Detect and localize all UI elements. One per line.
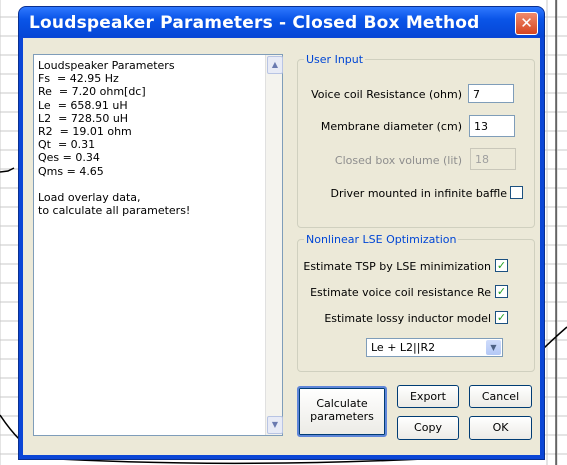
chevron-down-icon[interactable]: ▼ (486, 340, 501, 355)
title-bar[interactable]: Loudspeaker Parameters - Closed Box Meth… (19, 7, 544, 37)
estimate-tsp-checkbox[interactable]: ✓ (495, 259, 508, 272)
export-button[interactable]: Export (397, 385, 459, 408)
calculate-parameters-label: Calculate parameters (310, 397, 374, 423)
scroll-up-icon[interactable]: ▲ (267, 56, 283, 74)
lse-optimization-legend: Nonlinear LSE Optimization (304, 233, 459, 246)
window-title: Loudspeaker Parameters - Closed Box Meth… (29, 13, 480, 33)
user-input-group: User Input Voice coil Resistance (ohm) 7… (297, 53, 535, 228)
infinite-baffle-checkbox[interactable] (510, 186, 523, 199)
results-textbox[interactable]: Loudspeaker Parameters Fs = 42.95 Hz Re … (33, 54, 283, 436)
copy-label: Copy (414, 421, 442, 434)
inductor-model-value: Le + L2||R2 (371, 341, 436, 354)
voice-coil-field[interactable]: 7 (468, 84, 514, 103)
close-button[interactable]: ✕ (515, 12, 538, 35)
inductor-model-select[interactable]: Le + L2||R2 ▼ (366, 338, 503, 357)
ok-label: OK (492, 421, 509, 434)
check-icon: ✓ (496, 285, 507, 298)
lse-optimization-group: Nonlinear LSE Optimization Estimate TSP … (297, 233, 535, 372)
box-volume-label: Closed box volume (lit) (334, 154, 462, 167)
export-label: Export (409, 390, 446, 403)
check-icon: ✓ (496, 259, 507, 272)
calculate-parameters-button[interactable]: Calculate parameters (297, 386, 387, 437)
box-volume-field[interactable]: 18 (470, 148, 516, 170)
voice-coil-label: Voice coil Resistance (ohm) (311, 88, 462, 101)
dialog-window: Loudspeaker Parameters - Closed Box Meth… (18, 6, 545, 460)
scroll-down-icon[interactable]: ▼ (267, 416, 283, 434)
copy-button[interactable]: Copy (397, 416, 459, 440)
membrane-field[interactable]: 13 (469, 115, 515, 137)
estimate-lossy-label: Estimate lossy inductor model (324, 312, 491, 325)
membrane-label: Membrane diameter (cm) (320, 120, 462, 133)
results-text: Loudspeaker Parameters Fs = 42.95 Hz Re … (38, 59, 191, 218)
estimate-re-checkbox[interactable]: ✓ (495, 285, 508, 298)
estimate-re-label: Estimate voice coil resistance Re (310, 286, 491, 299)
vertical-scrollbar[interactable]: ▲ ▼ (265, 55, 283, 435)
close-icon: ✕ (520, 14, 533, 32)
user-input-legend: User Input (304, 53, 366, 66)
cancel-label: Cancel (481, 390, 520, 403)
estimate-tsp-label: Estimate TSP by LSE minimization (303, 260, 491, 273)
infinite-baffle-label: Driver mounted in infinite baffle (330, 187, 507, 200)
check-icon: ✓ (496, 311, 507, 324)
estimate-lossy-checkbox[interactable]: ✓ (495, 311, 508, 324)
ok-button[interactable]: OK (469, 416, 532, 440)
cancel-button[interactable]: Cancel (469, 385, 532, 408)
dialog-content: Loudspeaker Parameters Fs = 42.95 Hz Re … (23, 38, 540, 455)
